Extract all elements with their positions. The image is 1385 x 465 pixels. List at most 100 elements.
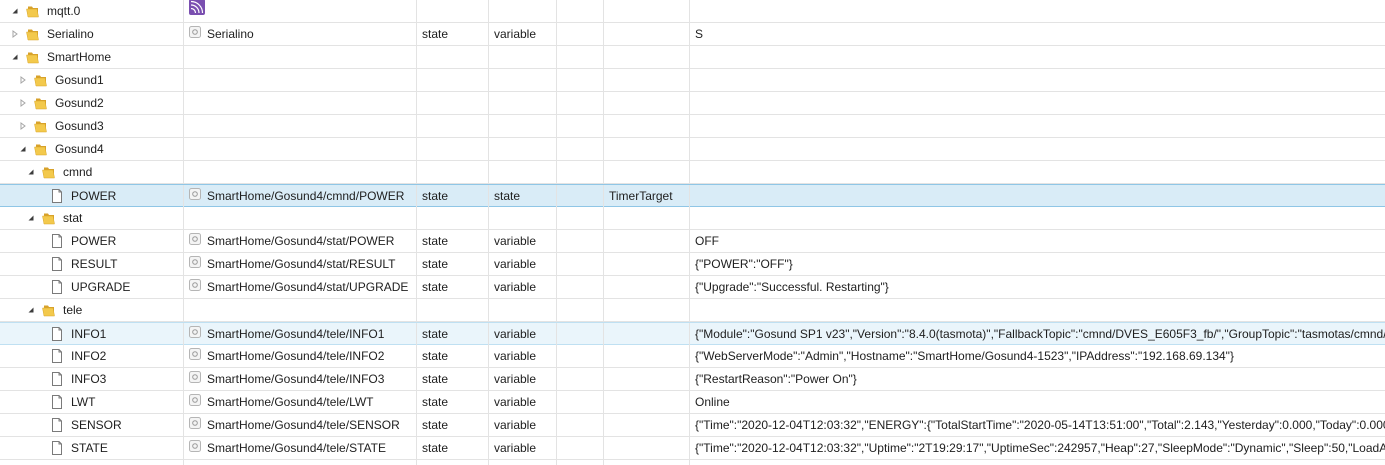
value-cell[interactable]: {"Module":"Gosund SP1 v23","Version":"8.… [690,323,1385,345]
file-icon [49,394,65,410]
object-name-cell [184,69,417,91]
folder-icon [25,26,41,42]
state-object-icon [189,368,201,390]
value-cell[interactable]: S [690,23,1385,45]
tree-row-smarthome[interactable]: SmartHome [0,46,1385,69]
name-cell: Serialino [0,23,184,45]
node-name[interactable]: POWER [71,185,116,207]
expand-toggle-open-icon[interactable] [26,207,36,229]
function-cell [604,276,690,298]
node-name[interactable]: SENSOR [71,414,122,436]
file-icon [49,348,65,364]
node-name[interactable]: Gosund4 [55,138,104,160]
tree-node: INFO1 [34,323,106,345]
tree-row-tele[interactable]: tele [0,299,1385,322]
function-cell [604,391,690,413]
type-cell: state [417,23,489,45]
function-cell [604,23,690,45]
room-cell [557,0,604,22]
tree-row-cmnd[interactable]: cmnd [0,161,1385,184]
object-name-cell: SmartHome/Gosund4/stat/UPGRADE [184,276,417,298]
value-cell[interactable]: {"WebServerMode":"Admin","Hostname":"Sma… [690,345,1385,367]
expand-toggle-closed-icon[interactable] [18,115,28,137]
expand-toggle-open-icon[interactable] [10,46,20,68]
file-icon [49,188,65,204]
tree-node: Gosund3 [18,115,104,137]
tree-row-stat-power[interactable]: POWER SmartHome/Gosund4/stat/POWER state va… [0,230,1385,253]
node-name[interactable]: INFO2 [71,345,106,367]
name-cell: LWT [0,391,184,413]
value-cell[interactable]: {"Time":"2020-12-04T12:03:32","Uptime":"… [690,437,1385,459]
node-name[interactable]: RESULT [71,253,117,275]
value-cell[interactable]: Online [690,391,1385,413]
tree-row-gosund3[interactable]: Gosund3 [0,115,1385,138]
node-name[interactable]: SmartHome [47,46,111,68]
tree-row-mqtt.0[interactable]: mqtt.0 [0,0,1385,23]
expand-toggle-closed-icon[interactable] [10,23,20,45]
tree-row-tele-state[interactable]: STATE SmartHome/Gosund4/tele/STATE state va… [0,437,1385,460]
room-cell [557,23,604,45]
function-cell [604,46,690,68]
tree-row-tele-info3[interactable]: INFO3 SmartHome/Gosund4/tele/INFO3 state va… [0,368,1385,391]
expand-toggle-closed-icon[interactable] [18,92,28,114]
type-cell: state [417,345,489,367]
toggle-spacer [34,345,44,367]
type-cell: state [417,323,489,345]
expand-toggle-closed-icon[interactable] [18,69,28,91]
node-name[interactable]: mqtt.0 [47,0,80,22]
tree-row-serialino[interactable]: Serialino Serialino state variable S [0,23,1385,46]
tree-row-gosund2[interactable]: Gosund2 [0,92,1385,115]
tree-row-tele-lwt[interactable]: LWT SmartHome/Gosund4/tele/LWT state variab… [0,391,1385,414]
node-name[interactable]: POWER [71,230,116,252]
expand-toggle-open-icon[interactable] [26,161,36,183]
tree-row-tele-info1[interactable]: INFO1 SmartHome/Gosund4/tele/INFO1 state va… [0,322,1385,345]
node-name[interactable]: UPGRADE [71,276,130,298]
node-name[interactable]: Gosund2 [55,92,104,114]
name-cell: SmartHome [0,46,184,68]
tree-row-tele-info2[interactable]: INFO2 SmartHome/Gosund4/tele/INFO2 state va… [0,345,1385,368]
value-cell[interactable]: OFF [690,230,1385,252]
tree-node: Gosund2 [18,92,104,114]
tree-row-cmnd-power[interactable]: POWER SmartHome/Gosund4/cmnd/POWER state st… [0,184,1385,207]
value-cell[interactable]: {"Upgrade":"Successful. Restarting"} [690,276,1385,298]
node-name[interactable]: Gosund3 [55,115,104,137]
node-name[interactable]: INFO1 [71,323,106,345]
value-cell[interactable]: {"POWER":"OFF"} [690,253,1385,275]
tree-node: stat [26,207,82,229]
role-cell [489,46,557,68]
tree-row-partial[interactable] [0,460,1385,465]
object-name-cell [184,0,417,22]
tree-row-stat-upgrade[interactable]: UPGRADE SmartHome/Gosund4/stat/UPGRADE sta… [0,276,1385,299]
tree-row-gosund1[interactable]: Gosund1 [0,69,1385,92]
object-name-cell [184,138,417,160]
node-name[interactable]: stat [63,207,82,229]
toggle-spacer [34,437,44,459]
tree-row-stat[interactable]: stat [0,207,1385,230]
expand-toggle-open-icon[interactable] [18,138,28,160]
role-cell [489,207,557,229]
room-cell [557,368,604,390]
expand-toggle-open-icon[interactable] [10,0,20,22]
node-name[interactable]: Gosund1 [55,69,104,91]
value-cell[interactable]: {"RestartReason":"Power On"} [690,368,1385,390]
expand-toggle-open-icon[interactable] [26,299,36,321]
value-cell[interactable]: {"Time":"2020-12-04T12:03:32","ENERGY":{… [690,414,1385,436]
node-name[interactable]: LWT [71,391,95,413]
function-cell [604,69,690,91]
room-cell [557,323,604,345]
tree-row-tele-sensor[interactable]: SENSOR SmartHome/Gosund4/tele/SENSOR state… [0,414,1385,437]
tree-node: cmnd [26,161,92,183]
name-cell: POWER [0,185,184,207]
node-name[interactable]: cmnd [63,161,92,183]
folder-icon [25,3,41,19]
node-name[interactable]: STATE [71,437,108,459]
node-name[interactable]: INFO3 [71,368,106,390]
value-cell [690,138,1385,160]
type-cell [417,0,489,22]
node-name[interactable]: tele [63,299,82,321]
tree-row-gosund4[interactable]: Gosund4 [0,138,1385,161]
object-name-cell: SmartHome/Gosund4/tele/LWT [184,391,417,413]
tree-row-stat-result[interactable]: RESULT SmartHome/Gosund4/stat/RESULT state… [0,253,1385,276]
node-name[interactable]: Serialino [47,23,94,45]
object-name-cell: SmartHome/Gosund4/tele/INFO3 [184,368,417,390]
